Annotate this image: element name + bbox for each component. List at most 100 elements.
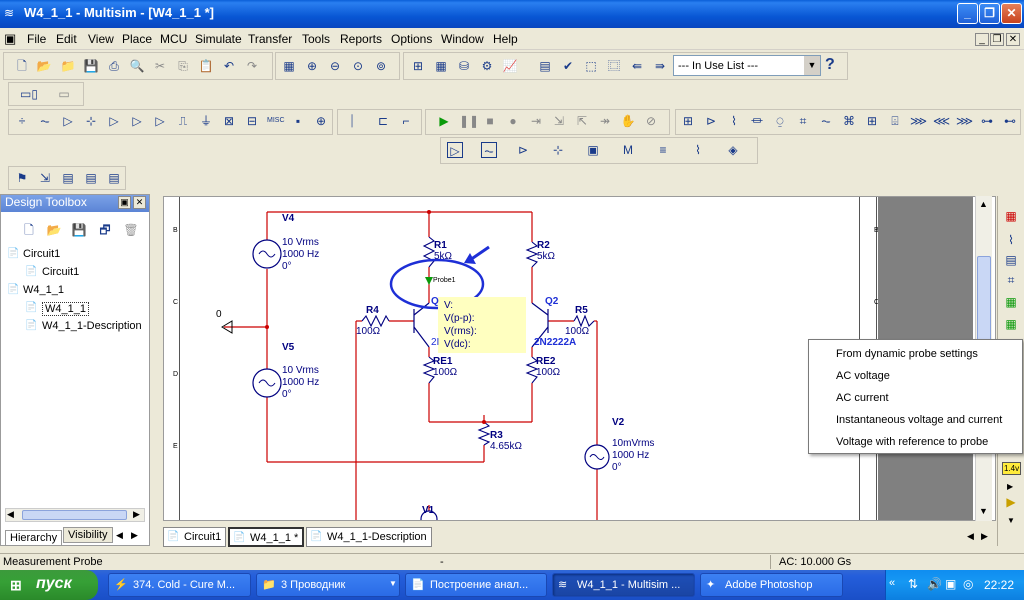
toggle-grid-icon[interactable]: ▭ (50, 86, 78, 102)
tray-expand-icon[interactable]: « (889, 577, 895, 589)
instrument-7-icon[interactable]: ⏦ (818, 113, 834, 129)
graph-1-icon[interactable]: ⚑ (14, 170, 30, 186)
menu-view[interactable]: View (88, 32, 114, 46)
tabs-scroll-right[interactable]: ▶ (981, 531, 988, 542)
zoom-in-icon[interactable]: ⊕ (304, 58, 320, 74)
resistor-icon[interactable]: ⏦ (37, 113, 53, 129)
scroll-left-arrow[interactable]: ◀ (7, 509, 14, 520)
mdi-restore-button[interactable]: ❐ (990, 33, 1004, 46)
menu-file[interactable]: File (27, 32, 46, 46)
doc-tab-description[interactable]: 📄 W4_1_1-Description (306, 527, 432, 547)
print-preview-icon[interactable]: 🔍 (129, 58, 145, 74)
menu-edit[interactable]: Edit (56, 32, 77, 46)
graph-5-icon[interactable]: ▤ (106, 170, 122, 186)
close-button[interactable]: ✕ (1001, 3, 1022, 24)
full-screen-icon[interactable]: ▦ (281, 58, 297, 74)
virtual-transistor-icon[interactable]: ⊹ (550, 142, 566, 158)
function-generator-icon[interactable]: ⌇ (1003, 232, 1019, 248)
instrument-8-icon[interactable]: ⌘ (841, 113, 857, 129)
scroll-up-arrow[interactable]: ▲ (979, 199, 988, 209)
instrument-14-icon[interactable]: ⊶ (979, 113, 995, 129)
new-icon[interactable]: 🗋 (14, 58, 30, 74)
task-explorer[interactable]: 📁 3 Проводник ▼ (256, 573, 400, 597)
wattmeter-icon[interactable]: ▤ (1003, 252, 1019, 268)
tab-visibility[interactable]: Visibility (63, 527, 113, 543)
wire-icon[interactable]: ⌐ (398, 113, 414, 129)
menu-item-dynamic-probe-settings[interactable]: From dynamic probe settings (836, 348, 978, 360)
component-wizard-icon[interactable]: ⚙ (479, 58, 495, 74)
tree-item-circuit1-sheet[interactable]: Circuit1 (42, 266, 79, 278)
zoom-fit-icon[interactable]: ⊚ (373, 58, 389, 74)
task-document[interactable]: 📄 Построение анал... (405, 573, 547, 597)
task-winamp[interactable]: ⚡ 374. Cold - Cure M... (108, 573, 251, 597)
toggle-view-icon[interactable]: ▭▯ (14, 86, 44, 102)
tray-volume-icon[interactable]: 🔊 (927, 577, 942, 591)
menu-item-ac-current[interactable]: AC current (836, 392, 889, 404)
bode-plotter-icon[interactable]: ▦ (1003, 294, 1019, 310)
print-icon[interactable]: ⎙ (106, 58, 122, 74)
panel-close-button[interactable]: ✕ (133, 196, 146, 209)
graph-3-icon[interactable]: ▤ (60, 170, 76, 186)
scroll-down-arrow[interactable]: ▼ (979, 506, 988, 516)
menu-mcu[interactable]: MCU (160, 32, 187, 46)
mdi-minimize-button[interactable]: _ (975, 33, 989, 46)
instrument-3-icon[interactable]: ⌇ (726, 113, 742, 129)
start-button[interactable]: ⊞ пуск (0, 570, 98, 600)
cut-icon[interactable]: ✂ (152, 58, 168, 74)
instrument-15-icon[interactable]: ⊷ (1002, 113, 1018, 129)
forward-annotate-icon[interactable]: ⇛ (652, 58, 668, 74)
restore-button[interactable]: ❐ (979, 3, 1000, 24)
run-icon[interactable]: ▶ (436, 113, 452, 129)
instrument-6-icon[interactable]: ⌗ (795, 113, 811, 129)
menu-item-instantaneous[interactable]: Instantaneous voltage and current (836, 414, 1002, 426)
minimize-button[interactable]: _ (957, 3, 978, 24)
virtual-power-icon[interactable]: ≡ (655, 142, 671, 158)
menu-transfer[interactable]: Transfer (248, 32, 292, 46)
postprocessor-icon[interactable]: ▤ (537, 58, 553, 74)
panel-expand-icon[interactable]: ▶ (1007, 482, 1013, 491)
tree-item-w4-1-1-description[interactable]: W4_1_1-Description (42, 320, 142, 332)
instrument-10-icon[interactable]: ⌹ (887, 113, 903, 129)
cmos-icon[interactable]: ▷ (152, 113, 168, 129)
region-icon[interactable]: ⬚ (583, 58, 599, 74)
tray-language-icon[interactable]: ◎ (963, 577, 973, 591)
virtual-basic-icon[interactable]: ⏦ (481, 142, 497, 158)
toolbox-horizontal-scrollbar[interactable]: ◀ ▶ (5, 508, 145, 522)
menu-place[interactable]: Place (122, 32, 152, 46)
step-into-icon[interactable]: ⇲ (551, 113, 567, 129)
erc-icon[interactable]: ✔ (560, 58, 576, 74)
instrument-1-icon[interactable]: ⊞ (680, 113, 696, 129)
open-design-icon[interactable]: 📂 (46, 222, 62, 238)
tree-item-circuit1[interactable]: Circuit1 (23, 248, 60, 260)
tab-scroll-left[interactable]: ◀ (116, 530, 123, 541)
rf-icon[interactable]: ▪ (290, 113, 306, 129)
transistor-icon[interactable]: ⊹ (83, 113, 99, 129)
copy-icon[interactable]: ⎘ (175, 58, 191, 74)
tray-app-icon[interactable]: ▣ (945, 577, 956, 591)
diode-icon[interactable]: ▷ (60, 113, 76, 129)
instrument-2-icon[interactable]: ⊳ (703, 113, 719, 129)
virtual-rated-icon[interactable]: ⌇ (690, 142, 706, 158)
measurement-probe-icon[interactable]: 1.4v (1002, 462, 1022, 475)
step-out-icon[interactable]: ⇱ (574, 113, 590, 129)
instrument-12-icon[interactable]: ⋘ (933, 113, 950, 129)
graph-2-icon[interactable]: ⇲ (37, 170, 53, 186)
instrument-5-icon[interactable]: ⍜ (772, 113, 788, 129)
menu-window[interactable]: Window (441, 32, 484, 46)
menu-help[interactable]: Help (493, 32, 518, 46)
tab-hierarchy[interactable]: Hierarchy (5, 530, 63, 546)
spreadsheet-icon[interactable]: ▦ (433, 58, 449, 74)
virtual-measurement-icon[interactable]: ▣ (585, 142, 601, 158)
database-icon[interactable]: ⛁ (456, 58, 472, 74)
power-icon[interactable]: ⊟ (244, 113, 260, 129)
menu-tools[interactable]: Tools (302, 32, 330, 46)
step-icon[interactable]: ⇥ (528, 113, 544, 129)
task-photoshop[interactable]: ✦ Adobe Photoshop (700, 573, 843, 597)
open-icon[interactable]: 📂 (36, 58, 52, 74)
tabs-scroll-left[interactable]: ◀ (967, 531, 974, 542)
doc-tab-w4-1-1[interactable]: 📄 W4_1_1 * (228, 527, 305, 547)
misc-icon[interactable]: MISC (267, 113, 285, 129)
indicator-icon[interactable]: ⊠ (221, 113, 237, 129)
instrument-11-icon[interactable]: ⋙ (910, 113, 927, 129)
close-design-icon[interactable]: 🗗 (97, 222, 113, 238)
